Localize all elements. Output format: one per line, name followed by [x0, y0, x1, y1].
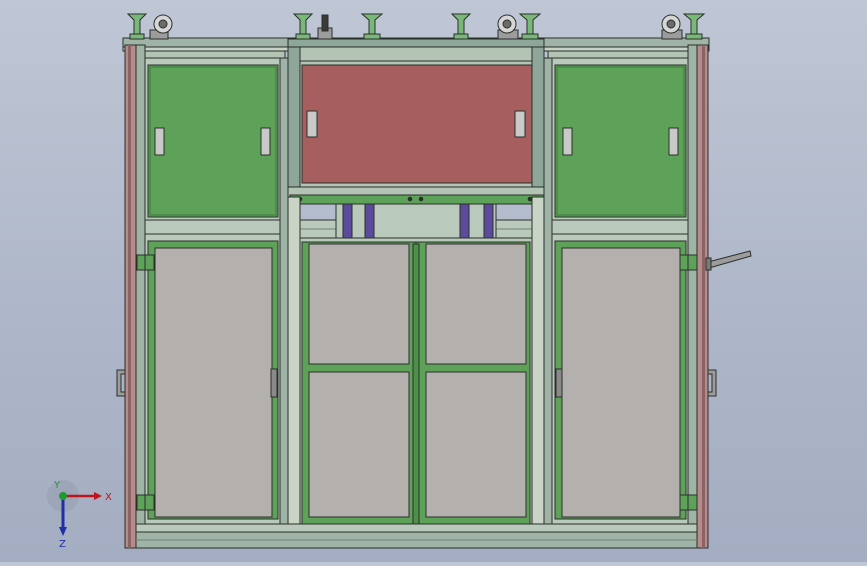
- leveling-foot-icon: [682, 13, 706, 40]
- door-handle-icon[interactable]: [260, 127, 271, 156]
- center-upper-panel[interactable]: [287, 46, 545, 205]
- cylinder-right-2: [483, 203, 494, 241]
- door-handle-icon[interactable]: [270, 368, 278, 398]
- leveling-foot-icon: [450, 13, 472, 40]
- center-lower-doors[interactable]: [299, 237, 533, 525]
- machine-frame-front-view[interactable]: [0, 0, 867, 562]
- y-axis-label: Y: [53, 480, 61, 491]
- coordinate-triad-icon: X Y Z: [47, 480, 112, 548]
- leveling-foot-icon: [292, 13, 314, 40]
- door-handle-icon[interactable]: [668, 127, 679, 156]
- cad-viewport[interactable]: X Y Z: [0, 0, 867, 562]
- door-handle-icon[interactable]: [116, 369, 126, 397]
- x-axis-label: X: [105, 492, 112, 503]
- caster-wheel-icon: [497, 14, 519, 40]
- hinge-icon: [679, 494, 698, 511]
- right-top-beam: [547, 50, 689, 59]
- left-inner-post: [135, 44, 146, 549]
- right-lower-door[interactable]: [551, 233, 689, 525]
- right-upper-door[interactable]: [547, 57, 689, 221]
- left-upper-door[interactable]: [144, 57, 286, 221]
- door-handle-icon[interactable]: [555, 368, 563, 398]
- y-axis-origin: [59, 492, 67, 500]
- leveling-foot-icon: [518, 13, 542, 40]
- cylinder-left-2: [364, 203, 375, 241]
- hinge-icon: [679, 254, 698, 271]
- caster-wheel-icon: [149, 14, 173, 40]
- cylinder-right-1: [459, 203, 470, 241]
- side-lever[interactable]: [705, 250, 752, 271]
- center-top-beam: [299, 46, 533, 62]
- hinge-icon: [136, 254, 155, 271]
- caster-wheel-icon: [317, 14, 333, 40]
- right-inner-post: [687, 44, 698, 549]
- bottom-rail-assembly: [135, 523, 698, 549]
- door-handle-icon[interactable]: [707, 369, 717, 397]
- door-handle-icon[interactable]: [306, 110, 318, 138]
- left-lower-door[interactable]: [144, 233, 281, 525]
- z-axis-label: Z: [59, 539, 66, 548]
- door-handle-icon[interactable]: [514, 110, 526, 138]
- top-rail-center: [287, 38, 545, 48]
- door-handle-icon[interactable]: [154, 127, 165, 156]
- cylinder-left-1: [342, 203, 353, 241]
- caster-wheel-icon: [661, 14, 683, 40]
- door-handle-icon[interactable]: [562, 127, 573, 156]
- bottom-rail-upper: [135, 523, 698, 533]
- hinge-icon: [136, 494, 155, 511]
- leveling-foot-icon: [360, 13, 384, 40]
- left-top-beam: [144, 50, 286, 59]
- leveling-foot-icon: [126, 13, 148, 40]
